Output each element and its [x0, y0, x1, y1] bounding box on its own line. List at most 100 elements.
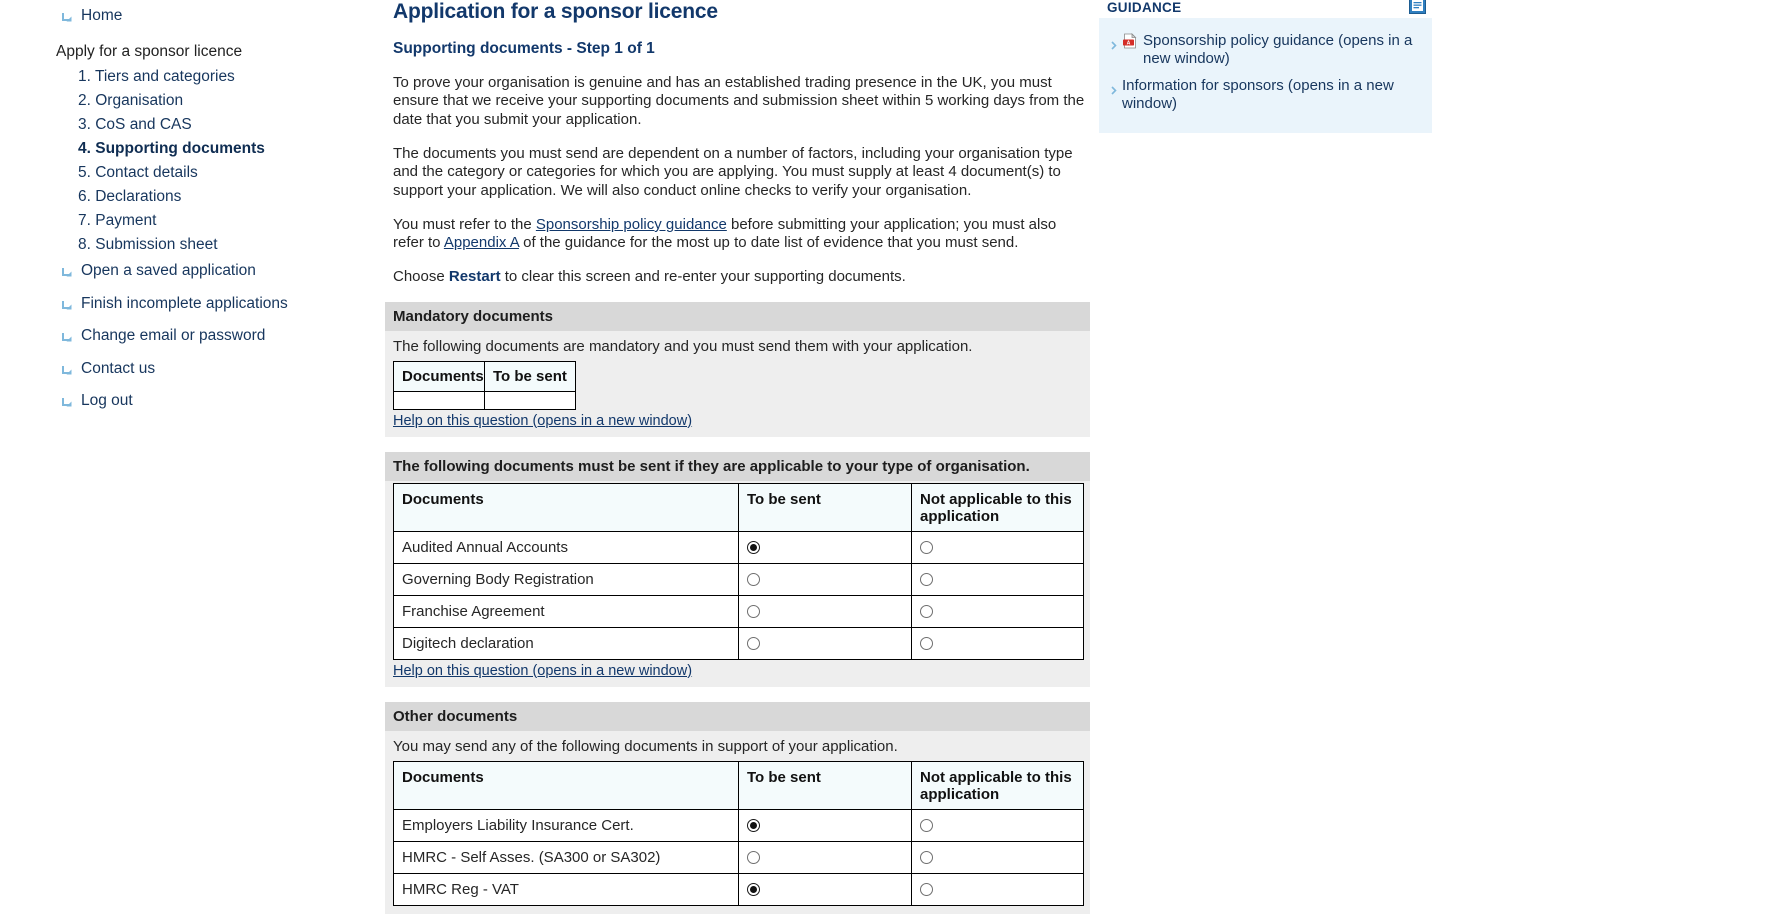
sidebar-item-label: Open a saved application	[81, 262, 256, 280]
radio-not-applicable[interactable]	[920, 605, 933, 619]
sidebar-item-contact-us[interactable]: Contact us	[0, 355, 385, 387]
sidebar-group-title: Apply for a sponsor licence	[56, 43, 243, 61]
sidebar-step-5[interactable]: 5. Contact details	[0, 161, 385, 185]
radio-to-be-sent[interactable]	[747, 851, 760, 865]
cell-document-name: Digitech declaration	[393, 626, 739, 660]
para4-pre: Choose	[393, 268, 449, 286]
guidance-panel-header: GUIDANCE	[1099, 0, 1432, 18]
column-header-to-be-sent: To be sent	[484, 360, 576, 392]
radio-to-be-sent[interactable]	[747, 883, 760, 897]
radio-to-be-sent[interactable]	[747, 637, 760, 651]
radio-to-be-sent[interactable]	[747, 541, 760, 555]
cell-document-name: Audited Annual Accounts	[393, 530, 739, 564]
sidebar-step-8[interactable]: 8. Submission sheet	[0, 233, 385, 257]
mandatory-documents-table: Documents To be sent	[393, 360, 576, 410]
radio-not-applicable[interactable]	[920, 883, 933, 897]
sidebar-item-change-email-or-password[interactable]: Change email or password	[0, 322, 385, 354]
applicable-section-header: The following documents must be sent if …	[385, 451, 1090, 481]
sidebar-step-2[interactable]: 2. Organisation	[0, 89, 385, 113]
table-row	[393, 390, 576, 410]
column-header-not-applicable: Not applicable to this application	[911, 482, 1084, 532]
radio-not-applicable[interactable]	[920, 573, 933, 587]
radio-not-applicable[interactable]	[920, 637, 933, 651]
guidance-title: GUIDANCE	[1107, 0, 1182, 15]
sidebar-item-open-saved-application[interactable]: Open a saved application	[0, 257, 385, 289]
guidance-item-sponsorship-policy-guidance[interactable]: A Sponsorship policy guidance (opens in …	[1107, 28, 1422, 73]
sidebar-item-home[interactable]: Home	[0, 2, 385, 34]
sidebar-steps-list: 1. Tiers and categories 2. Organisation …	[0, 65, 385, 257]
guidance-item-label: Sponsorship policy guidance (opens in a …	[1143, 32, 1413, 67]
applicable-documents-section: The following documents must be sent if …	[385, 451, 1090, 687]
column-header-not-applicable: Not applicable to this application	[911, 760, 1084, 810]
cell-not-applicable	[911, 530, 1084, 564]
sidebar-step-1[interactable]: 1. Tiers and categories	[0, 65, 385, 89]
other-section-intro: You may send any of the following docume…	[393, 737, 898, 755]
cell-to-be-sent	[738, 872, 912, 906]
table-row: Employers Liability Insurance Cert.	[393, 808, 1084, 842]
help-link-applicable[interactable]: Help on this question (opens in a new wi…	[393, 663, 692, 679]
para3-post: of the guidance for the most up to date …	[518, 234, 1019, 252]
guidance-item-information-for-sponsors[interactable]: Information for sponsors (opens in a new…	[1107, 73, 1422, 118]
sidebar-step-6[interactable]: 6. Declarations	[0, 185, 385, 209]
radio-not-applicable[interactable]	[920, 851, 933, 865]
appendix-a-link[interactable]: Appendix A	[444, 234, 519, 251]
table-header-row: Documents To be sent Not applicable to t…	[393, 760, 1084, 810]
radio-to-be-sent[interactable]	[747, 819, 760, 833]
table-row: Franchise Agreement	[393, 594, 1084, 628]
sponsorship-policy-guidance-link[interactable]: Sponsorship policy guidance	[536, 216, 727, 233]
sidebar-item-log-out[interactable]: Log out	[0, 387, 385, 419]
intro-paragraph-4: Choose Restart to clear this screen and …	[385, 268, 1090, 286]
cell-to-be-sent	[738, 562, 912, 596]
document-window-icon[interactable]	[1409, 0, 1426, 18]
cell-document-name: Franchise Agreement	[393, 594, 739, 628]
sidebar-item-finish-incomplete-applications[interactable]: Finish incomplete applications	[0, 290, 385, 322]
column-header-to-be-sent: To be sent	[738, 760, 912, 810]
sidebar-item-label: Finish incomplete applications	[81, 294, 288, 312]
sidebar-step-4-supporting-documents[interactable]: 4. Supporting documents	[0, 137, 385, 161]
cell-document-name: HMRC - Self Asses. (SA300 or SA302)	[393, 840, 739, 874]
sidebar-item-label: Contact us	[81, 359, 156, 377]
radio-to-be-sent[interactable]	[747, 573, 760, 587]
mandatory-section-header: Mandatory documents	[385, 301, 1090, 331]
column-header-documents: Documents	[393, 760, 739, 810]
arrow-down-right-icon	[62, 264, 74, 286]
cell-not-applicable	[911, 872, 1084, 906]
cell-document-name: Governing Body Registration	[393, 562, 739, 596]
sidebar: Home Apply for a sponsor licence 1. Tier…	[0, 0, 385, 420]
radio-to-be-sent[interactable]	[747, 605, 760, 619]
para4-post: to clear this screen and re-enter your s…	[500, 268, 906, 286]
arrow-down-right-icon	[62, 394, 74, 416]
cell-to-be-sent	[738, 626, 912, 660]
sidebar-step-7[interactable]: 7. Payment	[0, 209, 385, 233]
arrow-down-right-icon	[62, 9, 74, 31]
cell-not-applicable	[911, 808, 1084, 842]
other-documents-section: Other documents You may send any of the …	[385, 701, 1090, 914]
table-row: Audited Annual Accounts	[393, 530, 1084, 564]
sidebar-item-label: Log out	[81, 392, 133, 410]
table-row: Governing Body Registration	[393, 562, 1084, 596]
pdf-icon: A	[1122, 33, 1138, 54]
sidebar-step-3[interactable]: 3. CoS and CAS	[0, 113, 385, 137]
radio-not-applicable[interactable]	[920, 819, 933, 833]
table-row: HMRC - Self Asses. (SA300 or SA302)	[393, 840, 1084, 874]
guidance-panel: GUIDANCE A Sponsorship policy guidance (…	[1099, 0, 1432, 133]
sidebar-item-label: Home	[81, 7, 123, 24]
cell-document-name: HMRC Reg - VAT	[393, 872, 739, 906]
step-title: Supporting documents - Step 1 of 1	[393, 40, 655, 58]
guidance-item-label: Information for sponsors (opens in a new…	[1122, 77, 1394, 113]
table-row: Digitech declaration	[393, 626, 1084, 660]
cell-to-be-sent	[738, 808, 912, 842]
table-header-row: Documents To be sent	[393, 360, 576, 392]
arrow-down-right-icon	[62, 329, 74, 351]
column-header-documents: Documents	[393, 482, 739, 532]
column-header-to-be-sent: To be sent	[738, 482, 912, 532]
guidance-items-list: A Sponsorship policy guidance (opens in …	[1099, 18, 1432, 133]
cell-to-be-sent	[738, 530, 912, 564]
chevron-right-icon	[1111, 82, 1117, 100]
radio-not-applicable[interactable]	[920, 541, 933, 555]
other-section-header: Other documents	[385, 701, 1090, 731]
arrow-down-right-icon	[62, 362, 74, 384]
intro-paragraph-2: The documents you must send are dependen…	[393, 144, 1073, 199]
intro-paragraph-3: You must refer to the Sponsorship policy…	[385, 216, 1090, 253]
help-link-mandatory[interactable]: Help on this question (opens in a new wi…	[393, 413, 692, 429]
